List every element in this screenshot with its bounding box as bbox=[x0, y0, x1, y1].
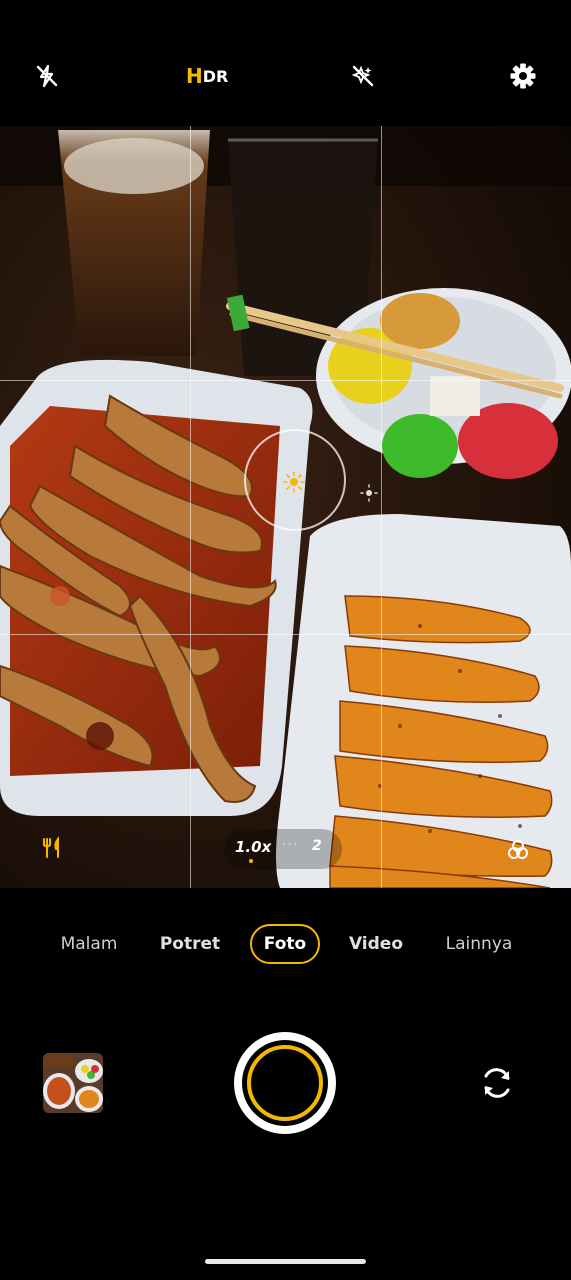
filter-button[interactable] bbox=[506, 838, 530, 866]
home-indicator[interactable] bbox=[205, 1259, 366, 1264]
filter-circles-icon bbox=[508, 840, 528, 859]
zoom-active-indicator bbox=[249, 859, 253, 863]
camera-switch-icon bbox=[484, 1068, 510, 1098]
ai-scene-button[interactable] bbox=[345, 58, 381, 94]
mode-video[interactable]: Video bbox=[344, 924, 408, 964]
shutter-button[interactable] bbox=[234, 1032, 336, 1134]
settings-button[interactable] bbox=[505, 58, 541, 94]
camera-viewfinder[interactable]: 1.0x ··· 2 bbox=[0, 126, 571, 888]
mode-malam[interactable]: Malam bbox=[52, 924, 126, 964]
grid-line-vertical-2 bbox=[381, 126, 382, 888]
grid-line-vertical-1 bbox=[190, 126, 191, 888]
grid-line-horizontal-1 bbox=[0, 380, 571, 381]
gallery-preview-image bbox=[43, 1053, 103, 1113]
flash-off-icon bbox=[36, 64, 58, 88]
hdr-toggle[interactable]: H DR bbox=[186, 62, 228, 90]
switch-camera-button[interactable] bbox=[478, 1064, 516, 1106]
mode-potret[interactable]: Potret bbox=[152, 924, 228, 964]
shutter-accent-ring bbox=[247, 1045, 323, 1121]
mode-selector: Malam Potret Foto Video Lainnya bbox=[0, 924, 571, 966]
gear-icon bbox=[510, 63, 536, 89]
mode-lainnya[interactable]: Lainnya bbox=[440, 924, 518, 964]
zoom-step-dots: ··· bbox=[282, 837, 299, 853]
food-mode-button[interactable] bbox=[40, 836, 64, 864]
top-toolbar: H DR bbox=[0, 0, 571, 126]
hdr-label-h: H bbox=[186, 64, 203, 88]
zoom-level-2x[interactable]: 2 bbox=[312, 838, 322, 854]
mode-foto[interactable]: Foto bbox=[250, 924, 320, 964]
zoom-level-current[interactable]: 1.0x bbox=[235, 838, 271, 856]
ai-scene-off-icon bbox=[351, 65, 374, 87]
grid-line-horizontal-2 bbox=[0, 634, 571, 635]
exposure-sun-icon[interactable] bbox=[283, 471, 305, 493]
gallery-thumbnail[interactable] bbox=[43, 1053, 103, 1113]
hdr-label-dr: DR bbox=[202, 66, 229, 86]
exposure-slider-sun-icon[interactable] bbox=[360, 484, 378, 502]
flash-off-button[interactable] bbox=[29, 58, 65, 94]
fork-knife-icon bbox=[43, 836, 59, 858]
